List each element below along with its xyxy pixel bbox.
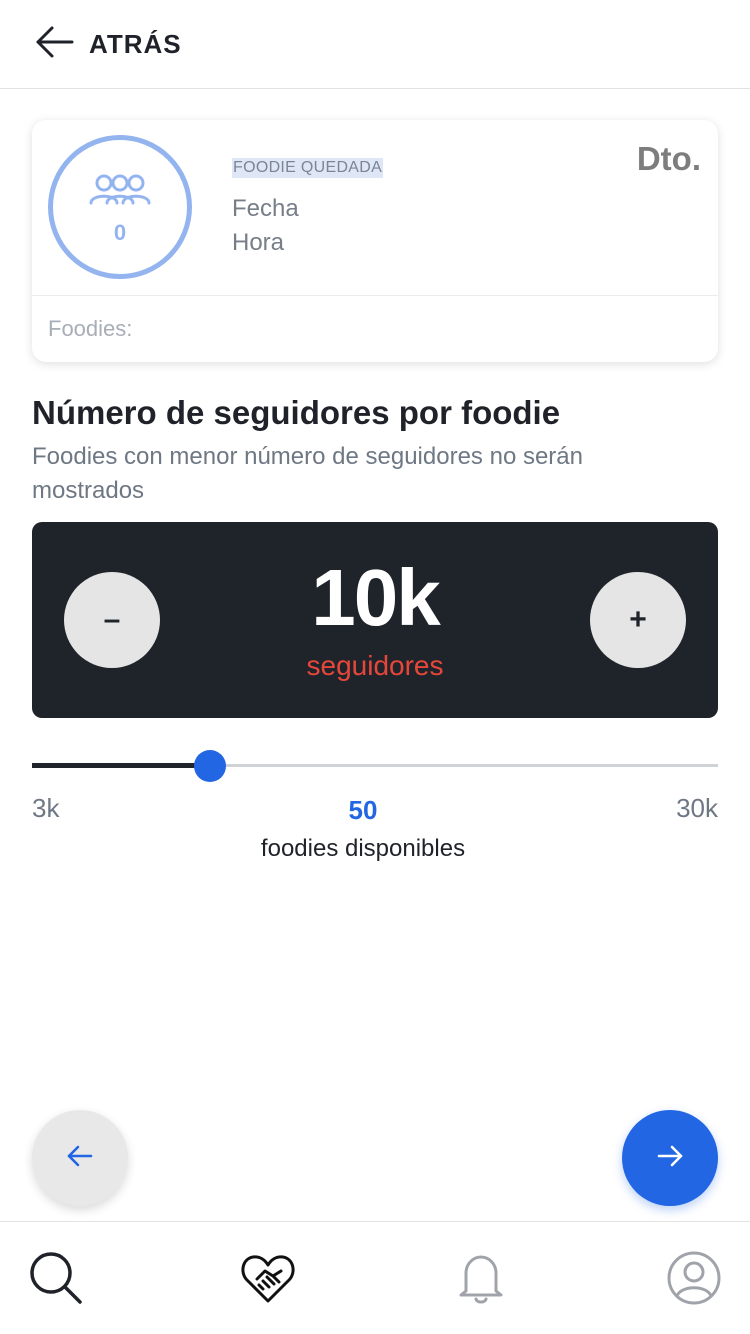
followers-counter: – 10k seguidores + bbox=[32, 522, 718, 718]
arrow-left-icon bbox=[65, 1141, 95, 1176]
back-button[interactable]: ATRÁS bbox=[34, 24, 182, 64]
available-foodies-count: 50 bbox=[348, 795, 378, 825]
section-subtitle: Foodies con menor número de seguidores n… bbox=[32, 443, 583, 504]
increase-button[interactable]: + bbox=[590, 572, 686, 668]
previous-step-button[interactable] bbox=[32, 1110, 128, 1206]
followers-slider[interactable] bbox=[32, 750, 718, 782]
foodies-label: Foodies: bbox=[48, 316, 133, 341]
bottom-tab-bar bbox=[0, 1221, 750, 1334]
group-icon bbox=[88, 169, 152, 214]
card-divider bbox=[32, 295, 718, 296]
back-label: ATRÁS bbox=[89, 28, 182, 59]
available-foodies-label: foodies disponibles bbox=[260, 835, 466, 862]
handshake-heart-icon bbox=[239, 1249, 297, 1312]
top-bar: ATRÁS bbox=[0, 0, 750, 89]
tab-meetups[interactable] bbox=[238, 1250, 298, 1310]
meetup-card[interactable]: 0 FOODIE QUEDADA Fecha Hora Dto. Foodies… bbox=[32, 120, 718, 362]
next-step-button[interactable] bbox=[622, 1110, 718, 1206]
slider-thumb[interactable] bbox=[194, 750, 226, 782]
meetup-time: Hora bbox=[232, 229, 285, 256]
search-icon bbox=[27, 1249, 85, 1312]
tab-profile[interactable] bbox=[664, 1250, 724, 1310]
tab-notifications[interactable] bbox=[451, 1250, 511, 1310]
meetup-tag: FOODIE QUEDADA bbox=[232, 158, 384, 178]
meetup-date: Fecha bbox=[232, 195, 299, 222]
tab-search[interactable] bbox=[26, 1250, 86, 1310]
arrow-right-icon bbox=[655, 1141, 685, 1176]
bell-icon bbox=[452, 1249, 510, 1312]
attendees-count: 0 bbox=[113, 219, 127, 245]
attendees-circle: 0 bbox=[48, 135, 192, 279]
arrow-left-icon bbox=[34, 22, 76, 67]
discount-label: Dto. bbox=[636, 140, 701, 177]
profile-icon bbox=[665, 1249, 723, 1312]
section-title: Número de seguidores por foodie bbox=[32, 394, 561, 431]
slider-track-fill bbox=[32, 763, 210, 768]
